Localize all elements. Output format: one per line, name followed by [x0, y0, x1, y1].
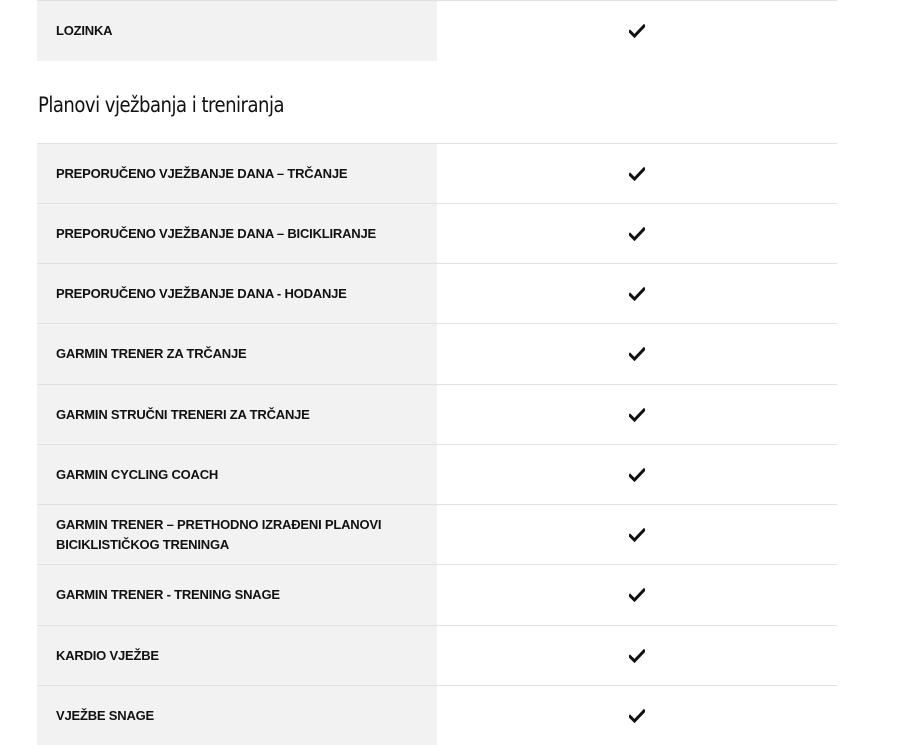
- feature-label: PREPORUČENO VJEŽBANJE DANA - HODANJE: [37, 264, 437, 323]
- table-row: KARDIO VJEŽBE: [37, 625, 837, 685]
- checkmark-icon: [629, 286, 645, 301]
- table-row: LOZINKA: [37, 0, 837, 61]
- table-row: PREPORUČENO VJEŽBANJE DANA - HODANJE: [37, 263, 837, 323]
- feature-value: [437, 505, 837, 564]
- table-row: GARMIN STRUČNI TRENERI ZA TRČANJE: [37, 384, 837, 444]
- feature-label: PREPORUČENO VJEŽBANJE DANA – BICIKLIRANJ…: [37, 204, 437, 263]
- checkmark-icon: [629, 527, 645, 542]
- checkmark-icon: [629, 467, 645, 482]
- feature-label: GARMIN TRENER – PRETHODNO IZRAĐENI PLANO…: [37, 505, 437, 564]
- checkmark-icon: [629, 166, 645, 181]
- feature-label: GARMIN CYCLING COACH: [37, 445, 437, 504]
- feature-label: VJEŽBE SNAGE: [37, 686, 437, 745]
- feature-label: PREPORUČENO VJEŽBANJE DANA – TRČANJE: [37, 144, 437, 203]
- checkmark-icon: [629, 347, 645, 361]
- feature-value: [437, 626, 837, 685]
- table-row: GARMIN TRENER - TRENING SNAGE: [37, 564, 837, 625]
- feature-label: KARDIO VJEŽBE: [37, 626, 437, 685]
- table-row: GARMIN TRENER ZA TRČANJE: [37, 323, 837, 384]
- feature-value: [437, 445, 837, 504]
- feature-label: LOZINKA: [37, 1, 437, 61]
- feature-label: GARMIN TRENER ZA TRČANJE: [37, 324, 437, 384]
- feature-value: [437, 264, 837, 323]
- feature-value: [437, 324, 837, 384]
- page: LOZINKA Planovi vježbanja i treniranja P…: [0, 0, 907, 745]
- top-feature-table: LOZINKA: [37, 0, 837, 61]
- checkmark-icon: [629, 24, 645, 38]
- checkmark-icon: [629, 407, 645, 422]
- feature-value: [437, 385, 837, 444]
- feature-label: GARMIN STRUČNI TRENERI ZA TRČANJE: [37, 385, 437, 444]
- section-title: Planovi vježbanja i treniranja: [38, 93, 285, 117]
- table-row: GARMIN CYCLING COACH: [37, 444, 837, 504]
- feature-value: [437, 144, 837, 203]
- table-row: GARMIN TRENER – PRETHODNO IZRAĐENI PLANO…: [37, 504, 837, 564]
- feature-value: [437, 565, 837, 625]
- feature-value: [437, 686, 837, 745]
- feature-label: GARMIN TRENER - TRENING SNAGE: [37, 565, 437, 625]
- checkmark-icon: [629, 648, 645, 663]
- training-plans-table: PREPORUČENO VJEŽBANJE DANA – TRČANJE PRE…: [37, 143, 837, 745]
- checkmark-icon: [629, 226, 645, 241]
- table-row: PREPORUČENO VJEŽBANJE DANA – BICIKLIRANJ…: [37, 203, 837, 263]
- checkmark-icon: [629, 588, 645, 602]
- feature-value: [437, 204, 837, 263]
- table-row: VJEŽBE SNAGE: [37, 685, 837, 745]
- table-row: PREPORUČENO VJEŽBANJE DANA – TRČANJE: [37, 143, 837, 203]
- checkmark-icon: [629, 708, 645, 723]
- feature-value: [437, 1, 837, 61]
